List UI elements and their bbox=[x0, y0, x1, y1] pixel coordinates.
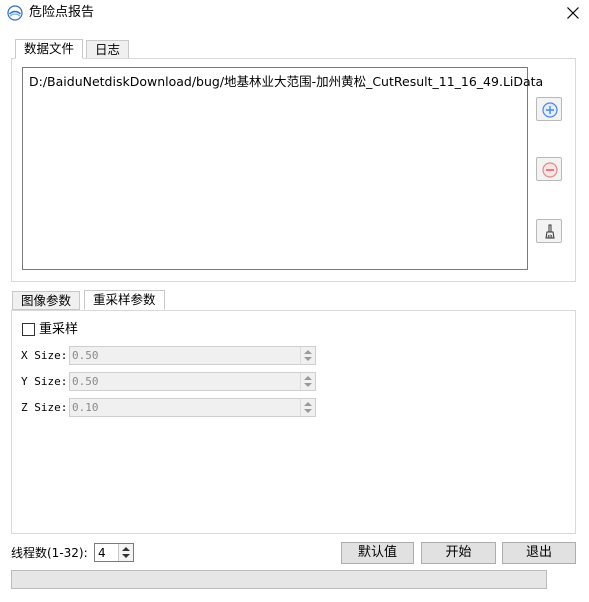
resample-checkbox[interactable] bbox=[22, 323, 35, 336]
default-button[interactable]: 默认值 bbox=[341, 542, 414, 564]
list-item[interactable]: D:/BaiduNetdiskDownload/bug/地基林业大范围-加州黄松… bbox=[29, 74, 543, 90]
close-button[interactable] bbox=[556, 0, 589, 26]
exit-button[interactable]: 退出 bbox=[502, 542, 576, 564]
tab-resample-params[interactable]: 重采样参数 bbox=[84, 290, 165, 310]
tab-data-files[interactable]: 数据文件 bbox=[15, 39, 84, 59]
y-size-spinbox[interactable]: 0.50 bbox=[69, 372, 316, 391]
z-size-label: Z Size: bbox=[21, 401, 68, 414]
brush-icon bbox=[545, 224, 555, 239]
tab-log[interactable]: 日志 bbox=[86, 40, 130, 59]
y-size-arrows[interactable] bbox=[300, 373, 315, 390]
app-logo-icon bbox=[7, 5, 23, 21]
x-size-arrows[interactable] bbox=[300, 347, 315, 364]
minus-circle-icon bbox=[542, 162, 558, 178]
plus-circle-icon bbox=[542, 102, 558, 118]
clear-list-button[interactable] bbox=[536, 219, 562, 243]
resample-params-panel bbox=[11, 310, 576, 534]
thread-count-label: 线程数(1-32): bbox=[11, 546, 88, 560]
y-size-label: Y Size: bbox=[21, 375, 68, 388]
thread-count-value: 4 bbox=[98, 546, 106, 560]
close-icon bbox=[567, 7, 579, 19]
x-size-value: 0.50 bbox=[72, 349, 99, 362]
progress-bar bbox=[11, 570, 547, 589]
remove-file-button[interactable] bbox=[536, 157, 562, 181]
z-size-value: 0.10 bbox=[72, 401, 99, 414]
resample-label: 重采样 bbox=[39, 322, 79, 337]
add-file-button[interactable] bbox=[536, 97, 562, 121]
x-size-label: X Size: bbox=[21, 349, 68, 362]
window-title: 危险点报告 bbox=[29, 5, 95, 20]
tab-image-params[interactable]: 图像参数 bbox=[12, 291, 81, 310]
file-list[interactable]: D:/BaiduNetdiskDownload/bug/地基林业大范围-加州黄松… bbox=[22, 67, 543, 270]
thread-count-spinbox[interactable]: 4 bbox=[94, 543, 134, 562]
y-size-value: 0.50 bbox=[72, 375, 99, 388]
z-size-spinbox[interactable]: 0.10 bbox=[69, 398, 316, 417]
x-size-spinbox[interactable]: 0.50 bbox=[69, 346, 316, 365]
start-button[interactable]: 开始 bbox=[421, 542, 496, 564]
thread-count-arrows[interactable] bbox=[118, 544, 133, 561]
z-size-arrows[interactable] bbox=[300, 399, 315, 416]
